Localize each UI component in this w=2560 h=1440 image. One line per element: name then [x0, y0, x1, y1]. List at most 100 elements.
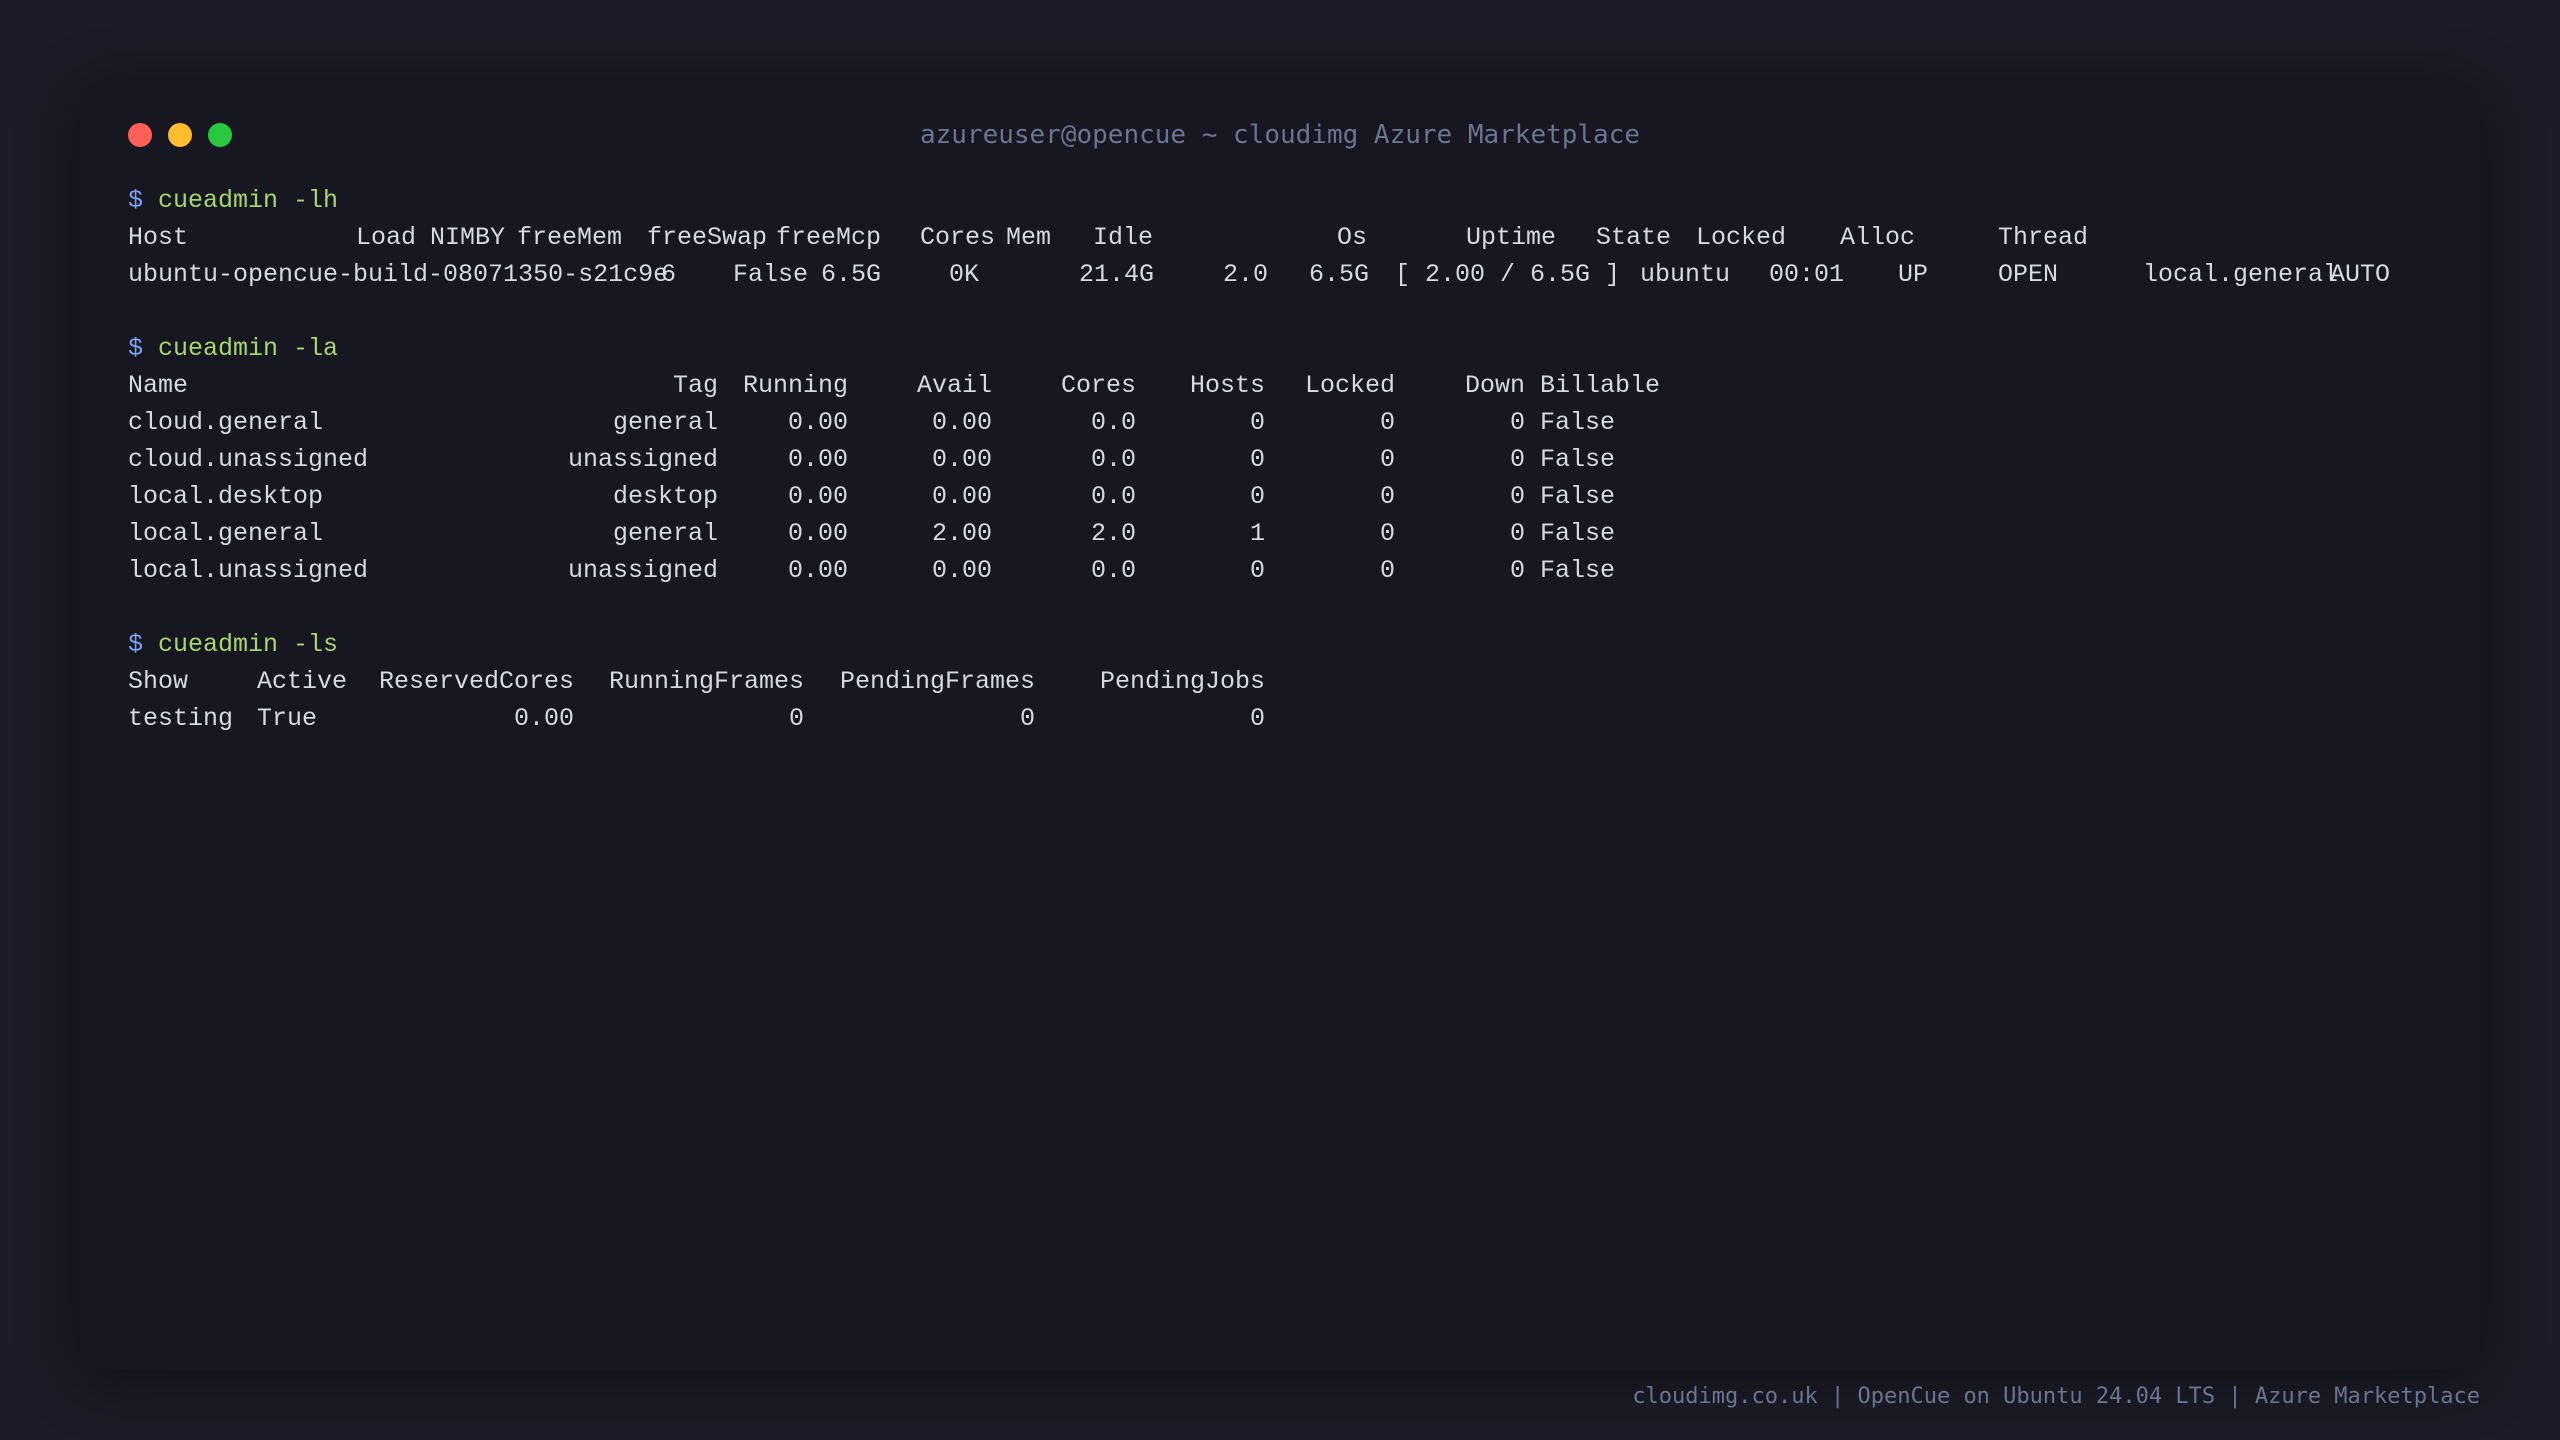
running-cell: 0.00 [787, 408, 848, 437]
terminal-window: azureuser@opencue ~ cloudimg Azure Marke… [80, 80, 2480, 1370]
locked-cell: 0 [1379, 556, 1395, 585]
header-cell: Host [128, 223, 189, 252]
pending-jobs-cell: 0 [1249, 704, 1265, 733]
command-line: $ cueadmin -la [128, 330, 338, 367]
locked-cell: OPEN [1998, 260, 2059, 289]
uptime-cell: 00:01 [1769, 260, 1845, 289]
tag-cell: unassigned [567, 556, 718, 585]
thread-cell: AUTO [2330, 260, 2391, 289]
freeswap-cell: 0K [949, 260, 980, 289]
cores-cell: 0.0 [1090, 556, 1136, 585]
running-cell: 0.00 [787, 519, 848, 548]
header-cell: Idle [1093, 223, 1154, 252]
down-cell: 0 [1509, 482, 1525, 511]
hosts-cell: 0 [1249, 445, 1265, 474]
name-cell: local.general [128, 519, 324, 548]
cores-cell: 0.0 [1090, 408, 1136, 437]
locked-cell: 0 [1379, 519, 1395, 548]
table-row: ubuntu-opencue-build-08071350-s21c9e 6 F… [128, 256, 2390, 293]
header-cell: ReservedCores [378, 667, 574, 696]
tag-cell: general [612, 519, 718, 548]
tag-cell: desktop [612, 482, 718, 511]
command-line: $ cueadmin -ls [128, 626, 338, 663]
running-frames-cell: 0 [788, 704, 804, 733]
locked-cell: 0 [1379, 482, 1395, 511]
header-cell: Cores [920, 223, 996, 252]
header-cell: Down [1464, 371, 1525, 400]
shows-table-header: Show Active ReservedCores RunningFrames … [128, 663, 1265, 700]
load-cell: 6 [661, 260, 677, 289]
name-cell: local.desktop [128, 482, 324, 511]
header-cell: State [1596, 223, 1672, 252]
header-cell: freeSwap [647, 223, 768, 252]
header-cell: PendingFrames [839, 667, 1035, 696]
reserved-cores-cell: 0.00 [513, 704, 574, 733]
show-cell: testing [128, 704, 234, 733]
avail-cell: 2.00 [931, 519, 992, 548]
window-title: azureuser@opencue ~ cloudimg Azure Marke… [919, 120, 1641, 150]
footer-caption: cloudimg.co.uk | OpenCue on Ubuntu 24.04… [1632, 1384, 2480, 1409]
hosts-cell: 0 [1249, 482, 1265, 511]
header-cell: Uptime [1466, 223, 1557, 252]
header-cell: Active [257, 667, 348, 696]
cores-cell: 2.0 [1090, 519, 1136, 548]
header-cell: Running [742, 371, 848, 400]
tag-cell: general [612, 408, 718, 437]
running-cell: 0.00 [787, 445, 848, 474]
locked-cell: 0 [1379, 445, 1395, 474]
mem-cell: 6.5G [1309, 260, 1370, 289]
name-cell: cloud.unassigned [128, 445, 369, 474]
name-cell: cloud.general [128, 408, 324, 437]
hosts-cell: 0 [1249, 556, 1265, 585]
alloc-cell: local.general [2143, 260, 2339, 289]
active-cell: True [257, 704, 318, 733]
avail-cell: 0.00 [931, 408, 992, 437]
prompt-symbol: $ [128, 334, 144, 363]
header-cell: PendingJobs [1099, 667, 1265, 696]
allocations-table-header: Name Tag Running Avail Cores Hosts Locke… [128, 367, 1660, 404]
freemem-cell: 6.5G [821, 260, 882, 289]
header-cell: Mem [1006, 223, 1052, 252]
down-cell: 0 [1509, 519, 1525, 548]
prompt-symbol: $ [128, 186, 144, 215]
header-cell: Locked [1304, 371, 1395, 400]
os-cell: ubuntu [1640, 260, 1731, 289]
table-row: cloud.general general 0.00 0.00 0.0 0 0 … [128, 404, 1615, 441]
billable-cell: False [1540, 408, 1616, 437]
down-cell: 0 [1509, 556, 1525, 585]
table-row: local.desktop desktop 0.00 0.00 0.0 0 0 … [128, 478, 1615, 515]
nimby-cell: False [733, 260, 809, 289]
locked-cell: 0 [1379, 408, 1395, 437]
command-text: cueadmin -ls [158, 630, 339, 659]
cores-cell: 2.0 [1223, 260, 1269, 289]
idle-cell: [ 2.00 / 6.5G ] [1395, 260, 1621, 289]
header-cell: Os [1337, 223, 1368, 252]
header-cell: RunningFrames [608, 667, 804, 696]
terminal-output[interactable]: $ cueadmin -lh Host Load NIMBY freeMem f… [128, 182, 2390, 737]
header-cell: Thread [1998, 223, 2089, 252]
command-text: cueadmin -la [158, 334, 339, 363]
avail-cell: 0.00 [931, 445, 992, 474]
header-cell: Alloc [1840, 223, 1916, 252]
freemcp-cell: 21.4G [1079, 260, 1155, 289]
billable-cell: False [1540, 445, 1616, 474]
header-cell: Billable [1540, 371, 1661, 400]
billable-cell: False [1540, 519, 1616, 548]
state-cell: UP [1898, 260, 1929, 289]
down-cell: 0 [1509, 408, 1525, 437]
down-cell: 0 [1509, 445, 1525, 474]
command-line: $ cueadmin -lh [128, 182, 338, 219]
header-cell: NIMBY [430, 223, 506, 252]
cores-cell: 0.0 [1090, 482, 1136, 511]
running-cell: 0.00 [787, 482, 848, 511]
header-cell: freeMem [517, 223, 623, 252]
name-cell: local.unassigned [128, 556, 369, 585]
header-cell: freeMcp [776, 223, 882, 252]
header-cell: Load [356, 223, 417, 252]
table-row: local.general general 0.00 2.00 2.0 1 0 … [128, 515, 1615, 552]
header-cell: Hosts [1189, 371, 1265, 400]
header-cell: Tag [672, 371, 718, 400]
pending-frames-cell: 0 [1019, 704, 1035, 733]
billable-cell: False [1540, 482, 1616, 511]
tag-cell: unassigned [567, 445, 718, 474]
